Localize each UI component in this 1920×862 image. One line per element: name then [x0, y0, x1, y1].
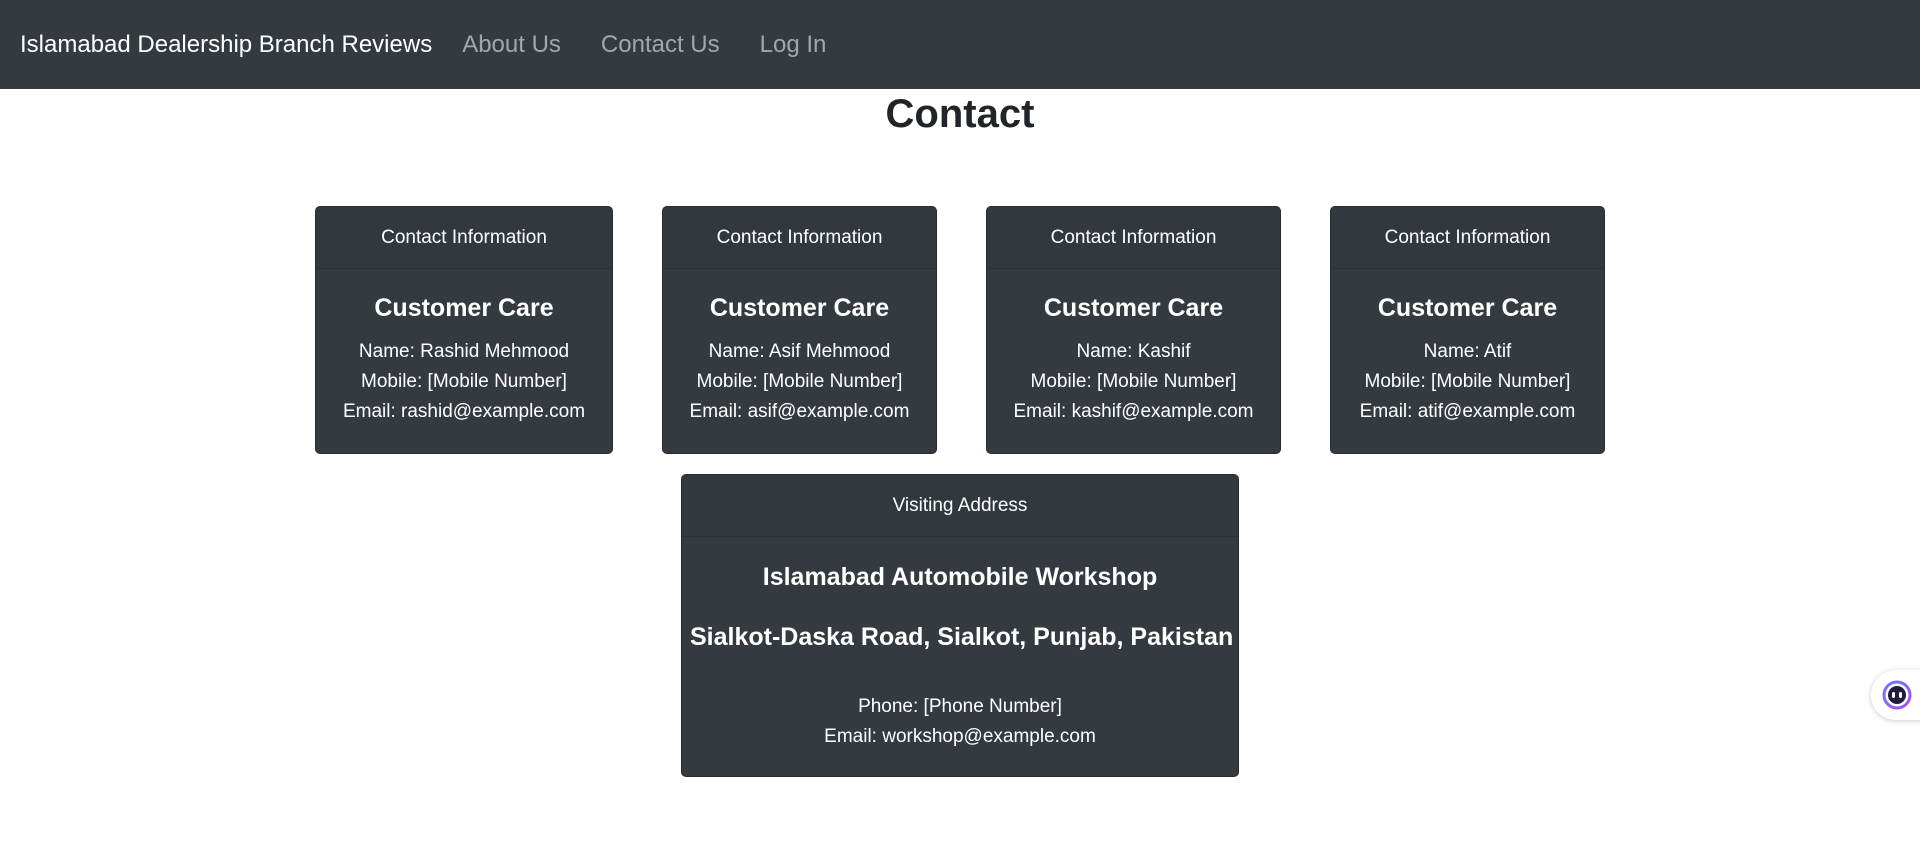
contact-card-2: Contact Information Customer Care Name: … — [662, 206, 937, 454]
contact-name: Name: Kashif — [1076, 341, 1191, 362]
workshop-email: Email: workshop@example.com — [824, 726, 1096, 747]
card-header: Contact Information — [987, 207, 1280, 269]
card-body: Customer Care Name: Atif Mobile: [Mobile… — [1331, 293, 1604, 427]
card-body: Customer Care Name: Kashif Mobile: [Mobi… — [987, 293, 1280, 427]
contact-mobile: Mobile: [Mobile Number] — [1030, 371, 1237, 392]
card-header: Contact Information — [316, 207, 612, 269]
card-title: Customer Care — [1377, 294, 1558, 322]
card-header: Contact Information — [1331, 207, 1604, 269]
contact-name: Name: Rashid Mehmood — [358, 341, 570, 362]
contact-mobile: Mobile: [Mobile Number] — [361, 371, 567, 392]
workshop-street-address: Sialkot-Daska Road, Sialkot, Punjab, Pak… — [690, 623, 1234, 651]
visiting-address-card: Visiting Address Islamabad Automobile Wo… — [681, 474, 1239, 777]
contact-name: Name: Asif Mehmood — [708, 341, 891, 362]
card-body: Islamabad Automobile Workshop Sialkot-Da… — [682, 562, 1238, 752]
nav-link-contact-us[interactable]: Contact Us — [601, 31, 720, 59]
contact-mobile: Mobile: [Mobile Number] — [1364, 371, 1571, 392]
brand-link[interactable]: Islamabad Dealership Branch Reviews — [20, 31, 432, 59]
contact-card-1: Contact Information Customer Care Name: … — [315, 206, 613, 454]
contact-name: Name: Atif — [1423, 341, 1512, 362]
top-navbar: Islamabad Dealership Branch Reviews Abou… — [0, 0, 1920, 89]
workshop-phone: Phone: [Phone Number] — [858, 696, 1062, 717]
card-body: Customer Care Name: Rashid Mehmood Mobil… — [316, 293, 612, 427]
card-header: Visiting Address — [682, 475, 1238, 537]
card-body: Customer Care Name: Asif Mehmood Mobile:… — [663, 293, 936, 427]
page-title: Contact — [885, 92, 1035, 136]
nav-link-log-in[interactable]: Log In — [760, 31, 827, 59]
card-header: Contact Information — [663, 207, 936, 269]
card-title: Customer Care — [1043, 294, 1224, 322]
contact-email: Email: asif@example.com — [689, 401, 910, 422]
workshop-contact-lines: Phone: [Phone Number] Email: workshop@ex… — [690, 692, 1230, 752]
contact-email: Email: atif@example.com — [1359, 401, 1576, 422]
contact-card-4: Contact Information Customer Care Name: … — [1330, 206, 1605, 454]
contact-email: Email: rashid@example.com — [342, 401, 586, 422]
card-title: Customer Care — [374, 294, 554, 322]
contact-email: Email: kashif@example.com — [1013, 401, 1254, 422]
workshop-name: Islamabad Automobile Workshop — [762, 563, 1158, 591]
assistant-bot-icon — [1882, 680, 1912, 710]
card-title: Customer Care — [709, 294, 890, 322]
contact-mobile: Mobile: [Mobile Number] — [696, 371, 903, 392]
nav-link-about-us[interactable]: About Us — [462, 31, 561, 59]
assistant-widget-button[interactable] — [1871, 670, 1920, 720]
contact-card-3: Contact Information Customer Care Name: … — [986, 206, 1281, 454]
